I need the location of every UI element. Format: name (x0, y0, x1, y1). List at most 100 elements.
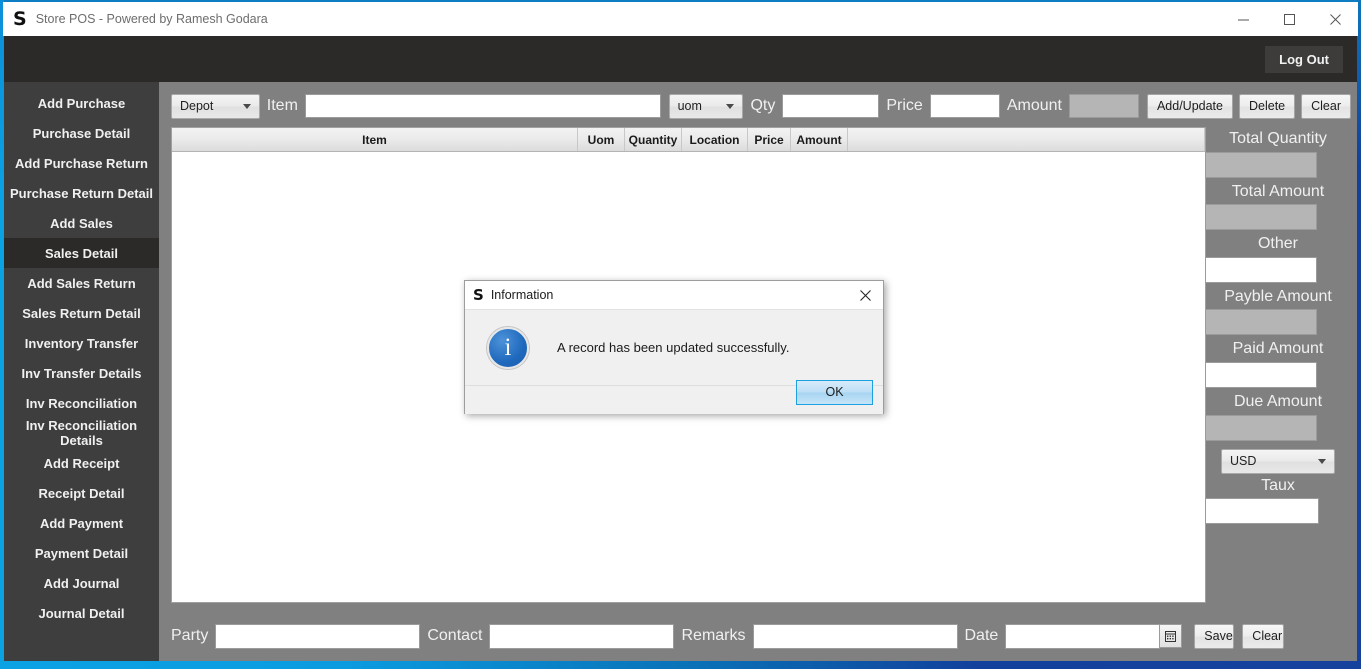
dialog-ok-button[interactable]: OK (796, 379, 873, 405)
sidebar-item-label: Inv Transfer Details (21, 365, 142, 381)
sidebar-item-label: Purchase Return Detail (9, 185, 154, 201)
sidebar-item-add-sales-return[interactable]: Add Sales Return (4, 268, 159, 298)
maximize-icon[interactable] (1266, 2, 1312, 36)
contact-input[interactable] (489, 623, 675, 649)
item-input[interactable] (304, 94, 661, 118)
dialog-title-bar: S Information (465, 281, 883, 310)
add-update-button[interactable]: Add/Update (1146, 93, 1233, 119)
chevron-down-icon (242, 104, 251, 109)
grid-column-header[interactable]: Quantity (625, 128, 682, 151)
contact-label: Contact (427, 627, 483, 644)
window-title: Store POS - Powered by Ramesh Godara (35, 12, 268, 26)
app-window: S Store POS - Powered by Ramesh Godara L… (0, 0, 1361, 669)
sidebar-item-add-purchase[interactable]: Add Purchase (4, 88, 159, 118)
logout-button[interactable]: Log Out (1265, 45, 1343, 73)
sidebar-item-add-journal[interactable]: Add Journal (4, 568, 159, 598)
title-bar-left: S Store POS - Powered by Ramesh Godara (3, 9, 1220, 29)
title-bar: S Store POS - Powered by Ramesh Godara (3, 2, 1358, 36)
calendar-icon[interactable] (1160, 624, 1183, 648)
sidebar-item-inv-transfer-details[interactable]: Inv Transfer Details (4, 358, 159, 388)
price-label: Price (886, 97, 923, 114)
sidebar-item-add-receipt[interactable]: Add Receipt (4, 448, 159, 478)
item-entry-toolbar: Depot Item uom Qty Price Amount Add/Upda… (171, 88, 1351, 124)
sidebar-item-purchase-detail[interactable]: Purchase Detail (4, 118, 159, 148)
grid-column-header[interactable]: Uom (578, 128, 625, 151)
grid-column-header[interactable]: Amount (791, 128, 848, 151)
date-picker[interactable] (1005, 623, 1183, 649)
totals-label: Total Quantity (1229, 130, 1327, 147)
sidebar-item-label: Add Journal (43, 575, 120, 591)
totals-field-paid-amount[interactable] (1205, 361, 1317, 388)
sidebar-item-add-purchase-return[interactable]: Add Purchase Return (4, 148, 159, 178)
clear-form-button[interactable]: Clear (1242, 623, 1285, 649)
dialog-footer: OK (465, 379, 883, 414)
depot-select[interactable]: Depot (171, 93, 260, 119)
chevron-down-icon (726, 104, 735, 109)
info-icon: i (487, 326, 529, 369)
sidebar-item-label: Sales Return Detail (22, 305, 141, 321)
price-input[interactable] (929, 94, 1000, 118)
minimize-icon[interactable] (1220, 2, 1266, 36)
totals-field-total-quantity (1205, 151, 1317, 178)
app-logo-icon: S (473, 285, 484, 304)
dialog-message: A record has been updated successfully. (557, 340, 790, 355)
window-frame-right (1357, 0, 1361, 669)
sidebar-item-journal-detail[interactable]: Journal Detail (4, 598, 159, 628)
sidebar-item-label: Add Sales Return (27, 275, 136, 291)
depot-select-value: Depot (180, 99, 214, 113)
totals-label: Due Amount (1233, 392, 1323, 410)
header-bar: Log Out (4, 36, 1357, 82)
sidebar-item-label: Sales Detail (45, 245, 118, 261)
sidebar-item-label: Payment Detail (34, 545, 129, 561)
document-footer-bar: Party Contact Remarks Date Save Clear (171, 619, 1351, 653)
dialog-title: Information (490, 288, 554, 302)
sidebar-item-receipt-detail[interactable]: Receipt Detail (4, 478, 159, 508)
sidebar-item-label: Add Receipt (43, 455, 120, 471)
qty-label: Qty (750, 97, 776, 114)
clear-item-button[interactable]: Clear (1301, 93, 1351, 119)
totals-field-payble-amount (1205, 309, 1317, 336)
sidebar-item-label: Add Payment (39, 515, 124, 531)
close-icon[interactable] (847, 281, 883, 310)
taux-input[interactable] (1205, 498, 1319, 525)
qty-input[interactable] (782, 94, 880, 118)
window-frame-bottom (0, 661, 1361, 669)
sidebar-item-inv-reconciliation-details[interactable]: Inv Reconciliation Details (4, 418, 159, 448)
close-icon[interactable] (1312, 2, 1358, 36)
sidebar-item-label: Inv Reconciliation (25, 395, 138, 411)
sidebar-item-label: Receipt Detail (38, 485, 125, 501)
sidebar-item-payment-detail[interactable]: Payment Detail (4, 538, 159, 568)
grid-header-row: Item Uom Quantity Location Price Amount (172, 128, 1205, 152)
sidebar-item-sales-return-detail[interactable]: Sales Return Detail (4, 298, 159, 328)
sidebar-item-label: Inv Reconciliation Details (25, 418, 138, 448)
sidebar-item-label: Journal Detail (38, 605, 125, 621)
totals-label: Other (1257, 235, 1298, 253)
totals-field-other[interactable] (1205, 256, 1317, 283)
sidebar-item-label: Add Purchase (37, 95, 126, 111)
delete-button[interactable]: Delete (1238, 93, 1296, 119)
grid-column-header[interactable]: Location (682, 128, 748, 151)
grid-column-header[interactable] (848, 128, 1205, 151)
grid-column-header[interactable]: Price (748, 128, 791, 151)
date-input[interactable] (1005, 623, 1161, 649)
sidebar-item-purchase-return-detail[interactable]: Purchase Return Detail (4, 178, 159, 208)
remarks-label: Remarks (681, 627, 746, 644)
sidebar-item-add-payment[interactable]: Add Payment (4, 508, 159, 538)
amount-label: Amount (1006, 97, 1062, 114)
sidebar-item-label: Add Sales (50, 215, 113, 231)
sidebar-item-inv-reconciliation[interactable]: Inv Reconciliation (4, 388, 159, 418)
sidebar-item-sales-detail[interactable]: Sales Detail (4, 238, 159, 268)
sidebar-nav: Add Purchase Purchase Detail Add Purchase … (4, 82, 159, 661)
party-input[interactable] (215, 623, 421, 649)
uom-select[interactable]: uom (668, 93, 744, 119)
grid-column-header[interactable]: Item (172, 128, 578, 151)
remarks-input[interactable] (752, 623, 958, 649)
information-dialog: S Information i A record has been update… (464, 280, 884, 414)
save-button[interactable]: Save (1194, 623, 1235, 649)
uom-select-value: uom (677, 99, 702, 113)
totals-label: Payble Amount (1224, 287, 1332, 305)
sidebar-item-inventory-transfer[interactable]: Inventory Transfer (4, 328, 159, 358)
amount-input (1068, 94, 1139, 118)
currency-select[interactable]: USD (1221, 448, 1335, 474)
sidebar-item-add-sales[interactable]: Add Sales (4, 208, 159, 238)
